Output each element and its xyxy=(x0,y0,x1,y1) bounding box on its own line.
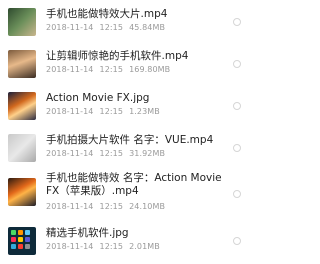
select-radio[interactable] xyxy=(233,144,241,152)
file-time: 12:15 xyxy=(99,23,124,32)
file-meta: 2018-11-14 12:15 45.84MB xyxy=(46,23,171,32)
file-name: 手机也能做特效 名字：Action Movie FX（苹果版）.mp4 xyxy=(46,172,222,197)
video-thumbnail xyxy=(8,178,36,206)
file-date: 2018-11-14 xyxy=(46,242,94,251)
select-radio[interactable] xyxy=(233,102,241,110)
image-thumbnail xyxy=(8,92,36,120)
select-radio[interactable] xyxy=(233,18,241,26)
video-thumbnail xyxy=(8,8,36,36)
list-item[interactable]: 手机也能做特效大片.mp4 2018-11-14 12:15 45.84MB xyxy=(0,2,251,45)
file-meta: 2018-11-14 12:15 1.23MB xyxy=(46,107,166,116)
video-thumbnail xyxy=(8,50,36,78)
file-time: 12:15 xyxy=(99,107,124,116)
file-list: 手机也能做特效大片.mp4 2018-11-14 12:15 45.84MB 让剪辑… xyxy=(0,0,251,259)
file-meta: 2018-11-14 12:15 2.01MB xyxy=(46,242,166,251)
file-time: 12:15 xyxy=(99,202,124,211)
list-item[interactable]: 手机也能做特效 名字：Action Movie FX（苹果版）.mp4 2018… xyxy=(0,170,251,220)
file-name: 手机也能做特效大片.mp4 xyxy=(46,8,168,20)
file-time: 12:15 xyxy=(99,242,124,251)
file-size: 24.10MB xyxy=(129,202,166,211)
list-item[interactable]: Action Movie FX.jpg 2018-11-14 12:15 1.23M… xyxy=(0,86,251,129)
file-date: 2018-11-14 xyxy=(46,65,94,74)
image-thumbnail xyxy=(8,227,36,255)
file-size: 45.84MB xyxy=(129,23,166,32)
list-item[interactable]: 手机拍摄大片软件 名字：VUE.mp4 2018-11-14 12:15 31.92… xyxy=(0,128,251,171)
file-date: 2018-11-14 xyxy=(46,107,94,116)
file-time: 12:15 xyxy=(99,65,124,74)
file-size: 2.01MB xyxy=(129,242,160,251)
file-date: 2018-11-14 xyxy=(46,23,94,32)
video-thumbnail xyxy=(8,134,36,162)
file-name: 让剪辑师惊艳的手机软件.mp4 xyxy=(46,50,189,62)
file-name: 精选手机软件.jpg xyxy=(46,227,129,239)
select-radio[interactable] xyxy=(233,237,241,245)
list-item[interactable]: 精选手机软件.jpg 2018-11-14 12:15 2.01MB xyxy=(0,221,251,264)
select-radio[interactable] xyxy=(233,190,241,198)
file-size: 169.80MB xyxy=(129,65,171,74)
select-radio[interactable] xyxy=(233,60,241,68)
file-meta: 2018-11-14 12:15 31.92MB xyxy=(46,149,171,158)
list-item[interactable]: 让剪辑师惊艳的手机软件.mp4 2018-11-14 12:15 169.80MB xyxy=(0,44,251,87)
file-name: Action Movie FX.jpg xyxy=(46,92,150,104)
file-time: 12:15 xyxy=(99,149,124,158)
file-meta: 2018-11-14 12:15 169.80MB xyxy=(46,65,176,74)
file-size: 1.23MB xyxy=(129,107,160,116)
file-meta: 2018-11-14 12:15 24.10MB xyxy=(46,202,171,211)
file-date: 2018-11-14 xyxy=(46,149,94,158)
file-size: 31.92MB xyxy=(129,149,166,158)
file-name: 手机拍摄大片软件 名字：VUE.mp4 xyxy=(46,134,214,146)
file-date: 2018-11-14 xyxy=(46,202,94,211)
